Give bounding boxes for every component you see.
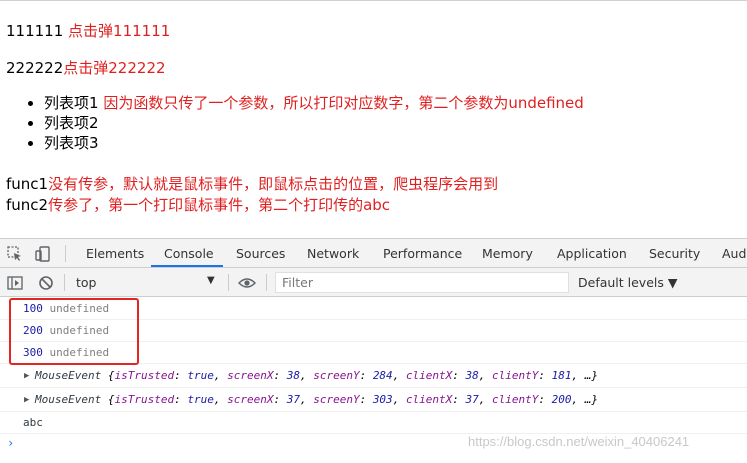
click-222222-link[interactable]: 点击弹222222 [63, 59, 165, 77]
event-screeny: 303 [372, 393, 393, 406]
click-111111-link[interactable]: 点击弹111111 [68, 22, 170, 40]
toolbar-separator [228, 274, 229, 291]
console-row: abc [0, 412, 747, 434]
func1-note: 没有传参，默认就是鼠标事件，即鼠标点击的位置，爬虫程序会用到 [48, 175, 499, 193]
event-clientx: 38 [465, 369, 479, 382]
rendered-page: 111111 点击弹111111 222222点击弹222222 列表项1 因为… [0, 0, 747, 238]
toolbar-separator [266, 274, 267, 291]
list-item-note: 因为函数只传了一个参数，所以打印对应数字，第二个参数为undefined [103, 94, 584, 112]
tab-security[interactable]: Security [649, 246, 700, 261]
tab-application[interactable]: Application [557, 246, 627, 261]
list-item-label: 列表项3 [44, 134, 99, 152]
list-item-label: 列表项2 [44, 114, 99, 132]
event-clienty: 200 [551, 393, 572, 406]
list: 列表项1 因为函数只传了一个参数，所以打印对应数字，第二个参数为undefine… [26, 93, 584, 153]
tab-memory[interactable]: Memory [482, 246, 533, 261]
watermark: https://blog.csdn.net/weixin_40406241 [468, 434, 690, 449]
console-row-mouse-event[interactable]: ▶ MouseEvent {isTrusted: true, screenX: … [0, 388, 747, 412]
event-type: MouseEvent [35, 369, 102, 382]
sidebar-toggle-icon[interactable] [6, 274, 24, 292]
event-istrusted: true [187, 393, 214, 406]
line-222222: 222222点击弹222222 [6, 58, 166, 78]
console-toolbar: top ▼ Filter Default levels ▼ [0, 268, 747, 297]
toolbar-separator [64, 274, 65, 291]
inspect-icon[interactable] [6, 245, 24, 263]
console-row-mouse-event[interactable]: ▶ MouseEvent {isTrusted: true, screenX: … [0, 364, 747, 388]
func2-line: func2传参了，第一个打印鼠标事件，第二个打印传的abc [6, 195, 390, 215]
devtools-tabbar: Elements Console Sources Network Perform… [0, 239, 747, 268]
expand-triangle-icon[interactable]: ▶ [24, 364, 29, 388]
event-istrusted: true [187, 369, 214, 382]
list-item[interactable]: 列表项1 因为函数只传了一个参数，所以打印对应数字，第二个参数为undefine… [26, 93, 584, 113]
tab-network[interactable]: Network [307, 246, 359, 261]
list-item[interactable]: 列表项2 [26, 113, 584, 133]
eye-icon[interactable] [238, 274, 256, 292]
filter-input[interactable]: Filter [275, 272, 569, 293]
line2-prefix: 222222 [6, 59, 64, 77]
tab-elements[interactable]: Elements [86, 246, 144, 261]
func1-button[interactable]: func1 [6, 175, 48, 193]
list-item-label: 列表项1 [44, 94, 99, 112]
func2-button[interactable]: func2 [6, 196, 48, 214]
event-screenx: 38 [286, 369, 300, 382]
tab-audits[interactable]: Aud [722, 246, 746, 261]
context-selector[interactable]: top [76, 275, 96, 290]
event-type: MouseEvent [35, 393, 102, 406]
log-abc: abc [23, 416, 43, 429]
tab-console[interactable]: Console [164, 246, 214, 261]
func2-note: 传参了，第一个打印鼠标事件，第二个打印传的abc [48, 196, 391, 214]
line1-prefix: 111111 [6, 22, 69, 40]
device-toggle-icon[interactable] [34, 245, 52, 263]
event-clienty: 181 [551, 369, 572, 382]
expand-triangle-icon[interactable]: ▶ [24, 388, 29, 412]
event-screenx: 37 [286, 393, 300, 406]
console-prompt-icon[interactable]: › [7, 436, 14, 450]
line-111111: 111111 点击弹111111 [6, 21, 170, 41]
devtools-panel: Elements Console Sources Network Perform… [0, 238, 747, 463]
chevron-down-icon[interactable]: ▼ [207, 275, 215, 286]
func1-line: func1没有传参，默认就是鼠标事件，即鼠标点击的位置，爬虫程序会用到 [6, 174, 498, 194]
annotation-highlight-box [9, 298, 139, 365]
default-levels-dropdown[interactable]: Default levels ▼ [578, 275, 677, 290]
tab-sources[interactable]: Sources [236, 246, 285, 261]
list-item[interactable]: 列表项3 [26, 133, 584, 153]
event-screeny: 284 [372, 369, 393, 382]
active-tab-indicator [151, 265, 223, 267]
clear-console-icon[interactable] [37, 274, 55, 292]
tab-performance[interactable]: Performance [383, 246, 462, 261]
tab-separator [65, 245, 66, 262]
event-clientx: 37 [465, 393, 479, 406]
